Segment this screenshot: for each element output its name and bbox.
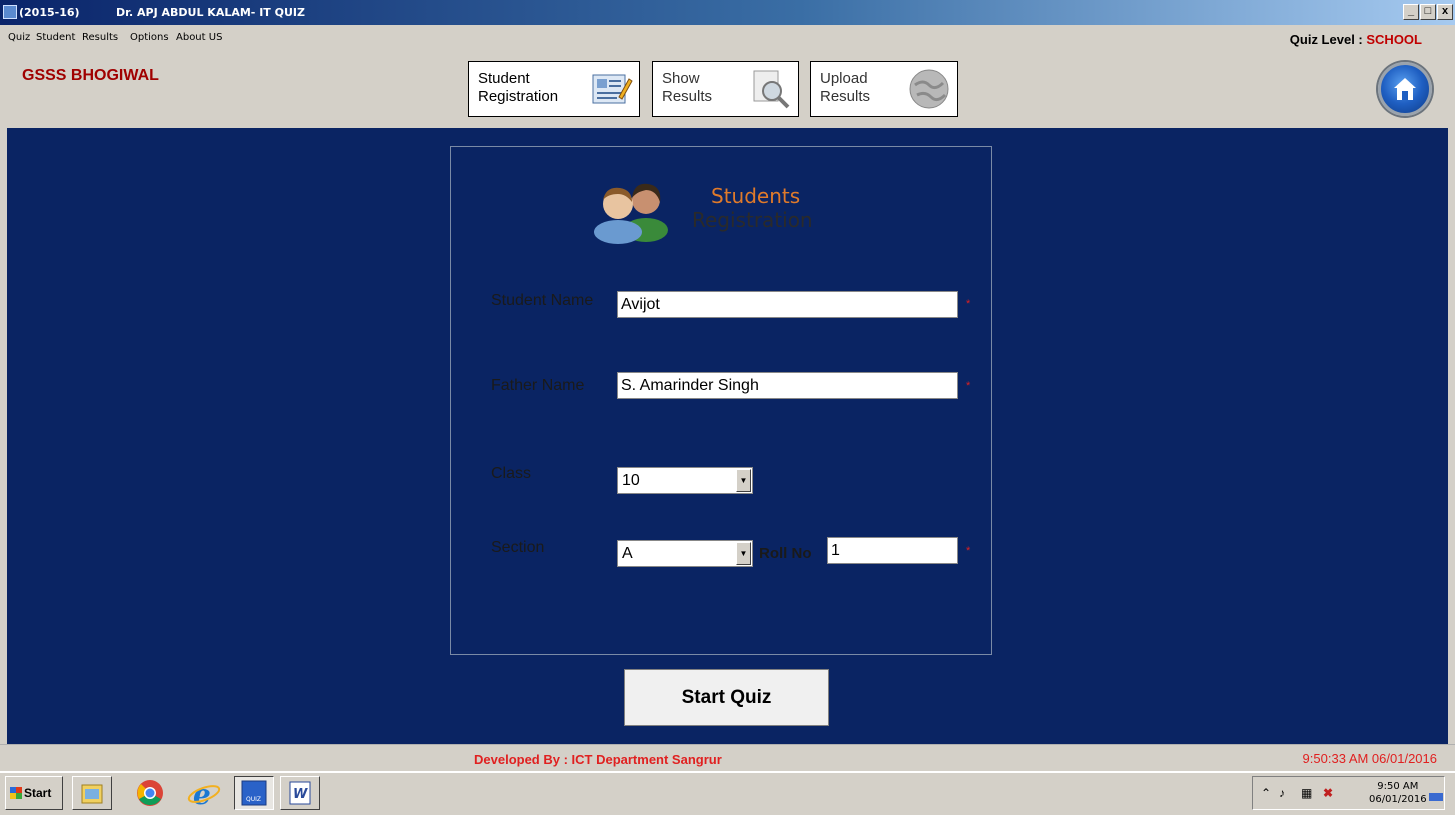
tray-clock[interactable]: 9:50 AM 06/01/2016 bbox=[1369, 780, 1427, 806]
upload-results-label: Upload Results bbox=[820, 70, 871, 105]
session-label: (2015-16) bbox=[19, 6, 80, 19]
chrome-icon bbox=[137, 780, 163, 806]
logo-students-text: Students bbox=[711, 184, 801, 208]
start-quiz-button[interactable]: Start Quiz bbox=[624, 669, 829, 726]
class-label: Class bbox=[491, 465, 532, 482]
quiz-level-label: Quiz Level : bbox=[1289, 32, 1363, 47]
start-button[interactable]: Start bbox=[5, 776, 63, 810]
father-name-field[interactable]: S. Amarinder Singh bbox=[617, 372, 958, 399]
network-error-icon[interactable]: ✖ bbox=[1323, 786, 1333, 800]
show-desktop-icon[interactable] bbox=[1429, 793, 1443, 801]
chevron-down-icon[interactable]: ▼ bbox=[736, 469, 751, 492]
status-bar bbox=[0, 744, 1455, 770]
quiz-app-icon: QUIZ bbox=[241, 780, 267, 806]
home-icon bbox=[1394, 78, 1416, 100]
taskbar-quiz-app[interactable]: QUIZ bbox=[234, 776, 274, 810]
network-icon[interactable]: ▦ bbox=[1301, 786, 1312, 800]
menu-options[interactable]: Options bbox=[130, 32, 169, 43]
required-marker: * bbox=[966, 545, 971, 557]
window-controls: _ □ x bbox=[1402, 4, 1453, 20]
windows-flag-icon bbox=[10, 787, 22, 799]
section-label: Section bbox=[491, 539, 545, 556]
roll-no-field[interactable]: 1 bbox=[827, 537, 958, 564]
taskbar-file-manager[interactable] bbox=[72, 776, 112, 810]
section-select[interactable]: A ▼ bbox=[617, 540, 753, 567]
quiz-level: Quiz Level : SCHOOL bbox=[1290, 32, 1422, 47]
father-name-label: Father Name bbox=[491, 377, 585, 394]
svg-text:e: e bbox=[193, 778, 211, 809]
internet-explorer-icon: e bbox=[187, 778, 221, 811]
menu-bar: Quiz Student Results Options About US bbox=[0, 25, 1455, 50]
title-bar: (2015-16) Dr. APJ ABDUL KALAM- IT QUIZ _… bbox=[0, 0, 1455, 25]
required-marker: * bbox=[966, 298, 971, 310]
student-registration-button[interactable]: Student Registration bbox=[468, 61, 640, 117]
students-icon bbox=[594, 183, 668, 244]
students-registration-logo: Students Registration bbox=[580, 172, 870, 244]
speaker-icon[interactable]: ♪ bbox=[1279, 786, 1285, 800]
chevron-down-icon[interactable]: ▼ bbox=[736, 542, 751, 565]
school-name: GSSS BHOGIWAL bbox=[22, 67, 159, 84]
menu-results[interactable]: Results bbox=[82, 32, 118, 43]
app-icon bbox=[3, 5, 17, 19]
student-registration-label: Student Registration bbox=[478, 70, 559, 105]
chevron-up-icon[interactable]: ⌃ bbox=[1261, 786, 1271, 800]
system-tray: ⌃ ♪ ▦ ✖ 9:50 AM 06/01/2016 bbox=[1252, 776, 1445, 810]
taskbar-word[interactable]: W bbox=[280, 776, 320, 810]
roll-no-label: Roll No bbox=[759, 545, 812, 562]
show-results-button[interactable]: Show Results bbox=[652, 61, 799, 117]
upload-results-button[interactable]: Upload Results bbox=[810, 61, 958, 117]
status-clock: 9:50:33 AM 06/01/2016 bbox=[1302, 751, 1437, 766]
svg-text:W: W bbox=[293, 787, 308, 802]
maximize-button[interactable]: □ bbox=[1420, 4, 1436, 20]
required-marker: * bbox=[966, 380, 971, 392]
taskbar-internet-explorer[interactable]: e bbox=[184, 776, 224, 811]
minimize-button[interactable]: _ bbox=[1403, 4, 1419, 20]
registration-form-icon bbox=[592, 74, 633, 104]
student-name-field[interactable]: Avijot bbox=[617, 291, 958, 318]
magnifier-document-icon bbox=[753, 70, 790, 109]
close-button[interactable]: x bbox=[1437, 4, 1453, 20]
student-name-label: Student Name bbox=[491, 292, 594, 309]
file-manager-icon bbox=[81, 784, 103, 804]
home-button[interactable] bbox=[1378, 62, 1432, 116]
globe-upload-icon bbox=[909, 69, 949, 109]
menu-about-us[interactable]: About US bbox=[176, 32, 222, 43]
show-results-label: Show Results bbox=[662, 70, 713, 105]
quiz-level-value: SCHOOL bbox=[1366, 32, 1422, 47]
menu-quiz[interactable]: Quiz bbox=[8, 32, 30, 43]
window-title: Dr. APJ ABDUL KALAM- IT QUIZ bbox=[116, 6, 305, 19]
class-select[interactable]: 10 ▼ bbox=[617, 467, 753, 494]
svg-text:QUIZ: QUIZ bbox=[246, 796, 261, 803]
taskbar-chrome[interactable] bbox=[130, 776, 170, 810]
word-icon: W bbox=[289, 781, 311, 805]
menu-student[interactable]: Student bbox=[36, 32, 75, 43]
class-value: 10 bbox=[622, 472, 640, 489]
section-value: A bbox=[622, 545, 633, 562]
start-label: Start bbox=[24, 786, 52, 800]
logo-registration-text: Registration bbox=[692, 208, 813, 232]
developer-credit: Developed By : ICT Department Sangrur bbox=[474, 752, 722, 767]
